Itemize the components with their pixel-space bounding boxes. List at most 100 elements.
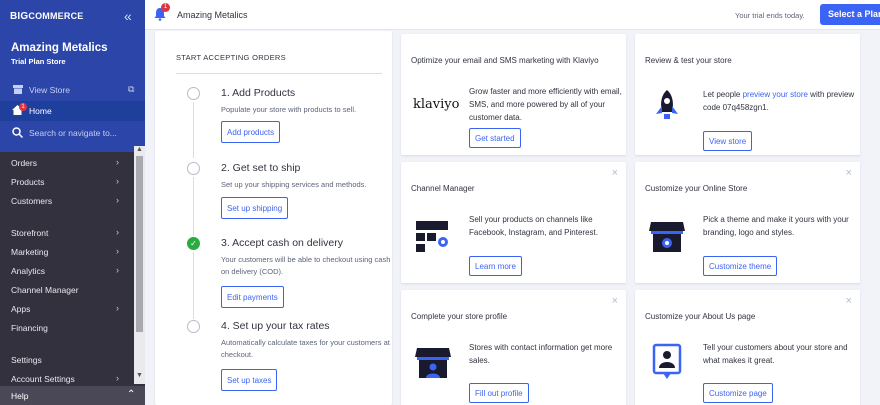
step-title: 2. Get set to ship (221, 162, 301, 174)
step-description: Automatically calculate taxes for your c… (221, 338, 390, 359)
select-plan-button[interactable]: Select a Plan (820, 4, 880, 25)
sidebar-item-marketing[interactable]: Marketing › (0, 243, 134, 260)
sidebar-item-customers[interactable]: Customers › (0, 192, 134, 209)
view-store-button[interactable]: View store (703, 131, 753, 151)
sidebar-item-channel-manager[interactable]: Channel Manager (0, 281, 134, 298)
sidebar-item-apps[interactable]: Apps › (0, 300, 134, 317)
store-theme-icon (649, 222, 685, 252)
close-icon[interactable]: × (846, 295, 852, 307)
store-profile-card: Complete your store profile × Stores wit… (401, 290, 626, 405)
get-started-button[interactable]: Get started (469, 128, 521, 148)
channels-icon (416, 221, 448, 252)
notification-badge: 1 (161, 3, 170, 12)
chevron-right-icon: › (116, 157, 119, 167)
chevron-right-icon: › (116, 176, 119, 186)
scrollbar-thumb[interactable] (136, 156, 143, 332)
step-connector (193, 102, 194, 158)
view-store-label: View Store (29, 85, 70, 95)
step-title: 1. Add Products (221, 87, 296, 99)
top-store-name: Amazing Metalics (177, 10, 248, 20)
scroll-down-icon[interactable]: ▼ (136, 372, 143, 379)
close-icon[interactable]: × (612, 167, 618, 179)
card-title: Optimize your email and SMS marketing wi… (411, 56, 599, 65)
collapse-sidebar-icon[interactable]: « (124, 8, 132, 24)
klaviyo-logo: klaviyo (413, 97, 460, 112)
search-icon (12, 127, 23, 138)
card-body: Pick a theme and make it yours with your… (703, 215, 849, 237)
close-icon[interactable]: × (846, 167, 852, 179)
chevron-right-icon: › (116, 303, 119, 313)
step-incomplete-icon (187, 320, 200, 333)
sidebar-item-settings[interactable]: Settings (0, 351, 134, 368)
step-description: Populate your store with products to sel… (221, 105, 357, 114)
home-notification-badge: 1 (19, 103, 27, 111)
sidebar-item-account-settings[interactable]: Account Settings › (0, 370, 134, 387)
view-store-link[interactable]: View Store ⧉ (0, 82, 145, 100)
card-body: Stores with contact information get more… (469, 343, 613, 365)
preview-store-link[interactable]: preview your store (743, 90, 808, 99)
about-us-card: Customize your About Us page × Tell your… (635, 290, 860, 405)
rocket-icon (656, 90, 678, 119)
set-up-shipping-button[interactable]: Set up shipping (221, 197, 289, 219)
customize-theme-button[interactable]: Customize theme (703, 256, 778, 276)
card-title: Customize your Online Store (645, 184, 748, 193)
sidebar-header: BIGCOMMERCE « Amazing Metalics Trial Pla… (0, 0, 145, 152)
customize-page-button[interactable]: Customize page (703, 383, 773, 403)
card-title: Channel Manager (411, 184, 475, 193)
chevron-right-icon: › (116, 373, 119, 383)
sidebar-item-orders[interactable]: Orders › (0, 154, 134, 171)
home-label: Home (29, 106, 52, 116)
step-title: 4. Set up your tax rates (221, 320, 330, 332)
sidebar: BIGCOMMERCE « Amazing Metalics Trial Pla… (0, 0, 145, 405)
fill-out-profile-button[interactable]: Fill out profile (469, 383, 529, 403)
search-input[interactable]: Search or navigate to... (29, 128, 117, 138)
card-title: Customize your About Us page (645, 312, 756, 321)
card-body: Let people preview your store with previ… (703, 90, 855, 112)
step-incomplete-icon (187, 87, 200, 100)
storefront-profile-icon (415, 348, 451, 378)
chevron-right-icon: › (116, 246, 119, 256)
external-link-icon: ⧉ (128, 84, 135, 94)
review-store-card: Review & test your store Let people prev… (635, 34, 860, 155)
edit-payments-button[interactable]: Edit payments (221, 286, 284, 308)
sidebar-item-home[interactable]: 1 Home (0, 101, 145, 121)
help-button[interactable]: Help ⌃ (0, 386, 145, 405)
chevron-right-icon: › (116, 227, 119, 237)
customize-online-store-card: Customize your Online Store × Pick a the… (635, 162, 860, 283)
step-incomplete-icon (187, 162, 200, 175)
card-body: Sell your products on channels like Face… (469, 215, 598, 237)
sidebar-item-storefront[interactable]: Storefront › (0, 224, 134, 241)
divider (176, 73, 382, 74)
card-body: Tell your customers about your store and… (703, 343, 848, 365)
sidebar-item-financing[interactable]: Financing (0, 319, 134, 336)
step-description: Set up your shipping services and method… (221, 180, 367, 189)
trial-notice: Your trial ends today. (735, 11, 805, 20)
set-up-taxes-button[interactable]: Set up taxes (221, 369, 278, 391)
top-bar: 1 Amazing Metalics Your trial ends today… (145, 0, 880, 30)
chevron-up-icon: ⌃ (127, 389, 136, 400)
step-title: 3. Accept cash on delivery (221, 237, 343, 249)
chevron-right-icon: › (116, 265, 119, 275)
step-connector (193, 177, 194, 236)
learn-more-button[interactable]: Learn more (469, 256, 522, 276)
main-content: START ACCEPTING ORDERS 1. Add Products P… (145, 31, 880, 405)
card-body: Grow faster and more efficiently with em… (469, 87, 622, 122)
chevron-right-icon: › (116, 195, 119, 205)
channel-manager-card: Channel Manager × Sell your products on … (401, 162, 626, 283)
card-title: Complete your store profile (411, 312, 508, 321)
sidebar-item-analytics[interactable]: Analytics › (0, 262, 134, 279)
sidebar-scrollbar[interactable]: ▲ ▼ (134, 146, 145, 384)
bigcommerce-logo[interactable]: BIGCOMMERCE (10, 11, 84, 22)
step-complete-icon: ✓ (187, 237, 200, 250)
close-icon[interactable]: × (612, 295, 618, 307)
add-products-button[interactable]: Add products (221, 121, 281, 143)
about-us-icon (652, 343, 682, 379)
store-plan: Trial Plan Store (11, 57, 66, 66)
scroll-up-icon[interactable]: ▲ (136, 146, 143, 153)
sidebar-search[interactable]: Search or navigate to... (0, 123, 145, 143)
storefront-icon (13, 85, 23, 94)
start-accepting-orders-card: START ACCEPTING ORDERS 1. Add Products P… (155, 31, 392, 405)
sidebar-item-products[interactable]: Products › (0, 173, 134, 190)
klaviyo-card: Optimize your email and SMS marketing wi… (401, 34, 626, 155)
step-description: Your customers will be able to checkout … (221, 255, 391, 276)
